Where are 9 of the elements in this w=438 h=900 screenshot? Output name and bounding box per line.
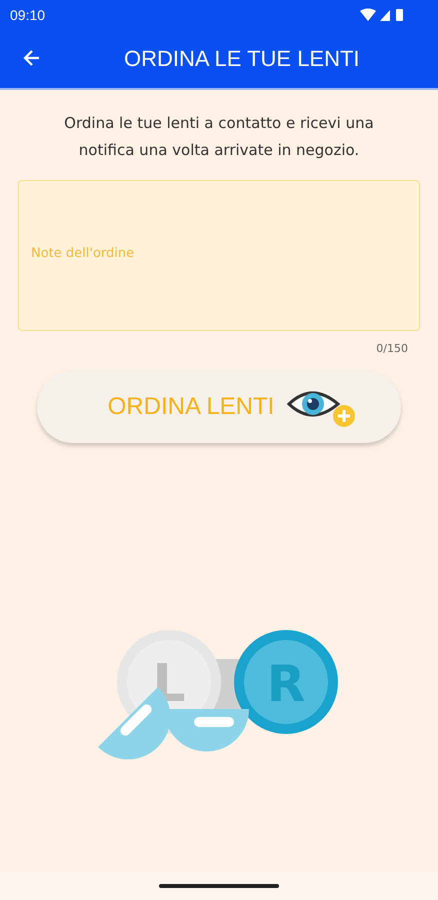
notes-field[interactable]: Note dell'ordine	[18, 180, 420, 331]
status-icons	[360, 8, 406, 22]
screen-title: ORDINA LE TUE LENTI	[124, 46, 360, 72]
status-time: 09:10	[10, 7, 46, 23]
order-button[interactable]: ORDINA LENTI	[37, 371, 401, 443]
home-gesture-handle[interactable]	[159, 884, 279, 888]
character-counter: 0/150	[376, 342, 408, 355]
back-arrow-icon	[22, 48, 42, 68]
description-text: Ordina le tue lenti a contatto e ricevi una notifica una volta arrivate in negozio.	[63, 113, 375, 161]
